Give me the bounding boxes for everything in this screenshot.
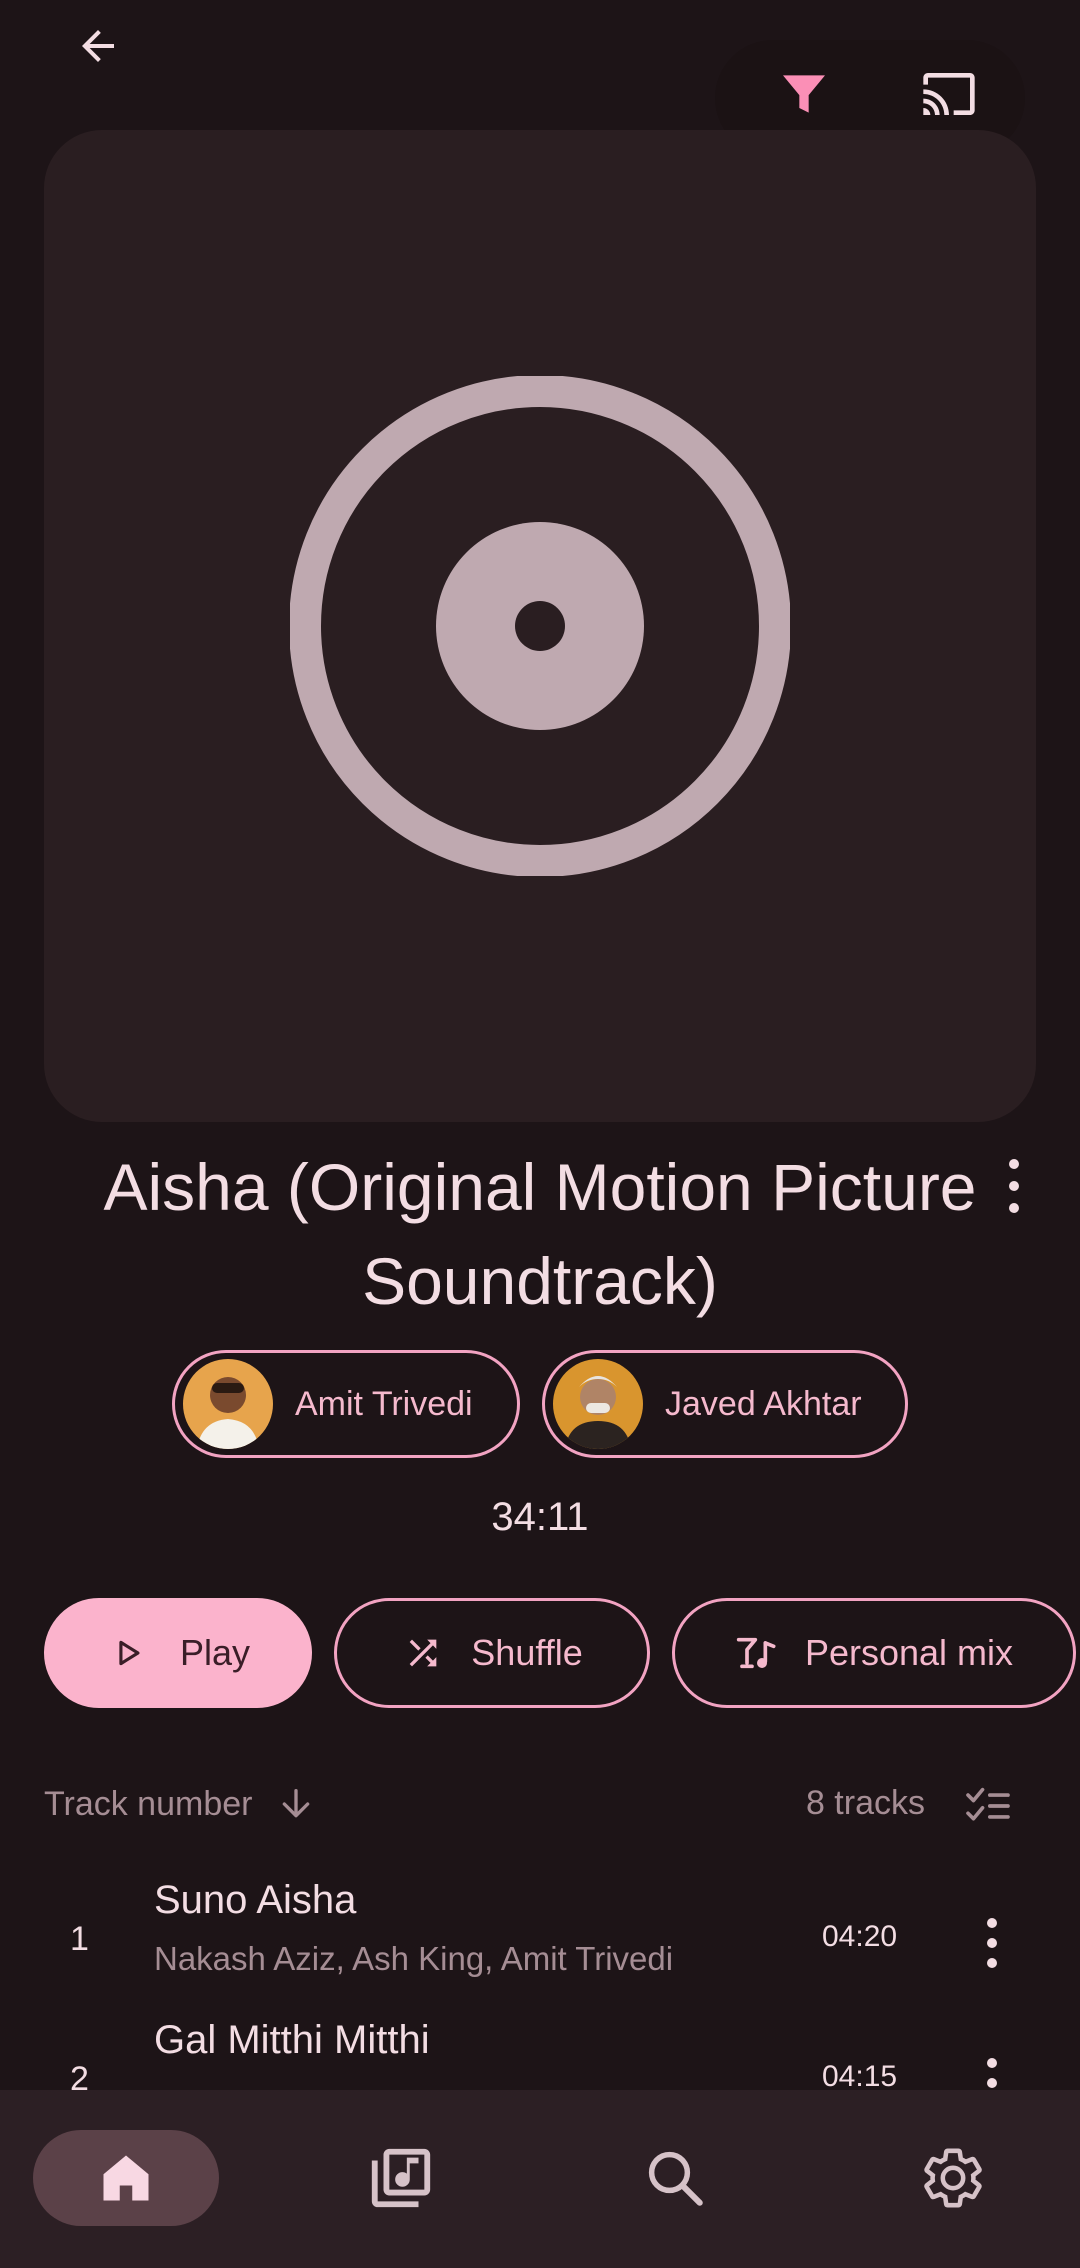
top-app-bar bbox=[0, 0, 1080, 156]
mix-icon bbox=[735, 1631, 779, 1675]
track-number: 1 bbox=[70, 1920, 89, 1958]
shuffle-button[interactable]: Shuffle bbox=[334, 1598, 650, 1708]
avatar bbox=[553, 1359, 643, 1449]
play-button[interactable]: Play bbox=[44, 1598, 312, 1708]
filter-button[interactable] bbox=[768, 58, 840, 130]
artist-chip-amit-trivedi[interactable]: Amit Trivedi bbox=[172, 1350, 520, 1458]
play-label: Play bbox=[179, 1632, 251, 1673]
track-duration: 04:15 bbox=[822, 2060, 898, 2093]
track-row[interactable]: 1 Suno Aisha Nakash Aziz, Ash King, Amit… bbox=[0, 1872, 1080, 2012]
bottom-navigation bbox=[0, 2090, 1080, 2268]
album-title: Aisha (Original Motion Picture Soundtrac… bbox=[103, 1150, 977, 1318]
shuffle-label: Shuffle bbox=[471, 1632, 583, 1673]
track-more-button[interactable] bbox=[966, 1908, 1018, 1978]
avatar bbox=[183, 1359, 273, 1449]
sort-bar: Track number 8 tracks bbox=[0, 1772, 1080, 1842]
checklist-icon bbox=[966, 1787, 1010, 1821]
artist-name: Amit Trivedi bbox=[295, 1384, 473, 1423]
search-icon bbox=[648, 2151, 703, 2206]
nav-home[interactable] bbox=[33, 2130, 219, 2226]
arrow-down-icon bbox=[283, 1789, 310, 1818]
more-vert-icon bbox=[987, 1918, 997, 1968]
nav-settings[interactable] bbox=[860, 2130, 1046, 2226]
track-title: Suno Aisha bbox=[154, 1878, 357, 1922]
filter-icon bbox=[783, 75, 825, 113]
album-art bbox=[44, 130, 1036, 1213]
sort-label: Track number bbox=[44, 1784, 253, 1823]
album-duration: 34:11 bbox=[491, 1495, 589, 1539]
personal-mix-label: Personal mix bbox=[804, 1632, 1014, 1673]
tracks-count: 8 tracks bbox=[805, 1784, 925, 1822]
track-artists: Nakash Aziz, Ash King, Amit Trivedi bbox=[154, 1940, 674, 1977]
home-icon bbox=[103, 2155, 149, 2201]
track-duration: 04:20 bbox=[822, 1920, 898, 1953]
play-icon bbox=[106, 1631, 150, 1675]
nav-library[interactable] bbox=[308, 2130, 494, 2226]
settings-icon bbox=[924, 2148, 982, 2208]
cast-icon bbox=[923, 73, 975, 115]
nav-search[interactable] bbox=[582, 2130, 768, 2226]
disc-icon bbox=[290, 376, 790, 876]
cast-button[interactable] bbox=[910, 58, 988, 130]
track-title: Gal Mitthi Mitthi bbox=[154, 2018, 430, 2062]
select-tracks-button[interactable] bbox=[958, 1776, 1018, 1836]
back-button[interactable] bbox=[66, 14, 130, 78]
shuffle-icon bbox=[401, 1631, 445, 1675]
sort-button[interactable]: Track number bbox=[44, 1784, 316, 1824]
library-icon bbox=[371, 2148, 431, 2208]
artist-chip-javed-akhtar[interactable]: Javed Akhtar bbox=[542, 1350, 908, 1458]
personal-mix-button[interactable]: Personal mix bbox=[672, 1598, 1076, 1708]
artist-name: Javed Akhtar bbox=[665, 1384, 862, 1423]
arrow-back-icon bbox=[82, 30, 114, 62]
